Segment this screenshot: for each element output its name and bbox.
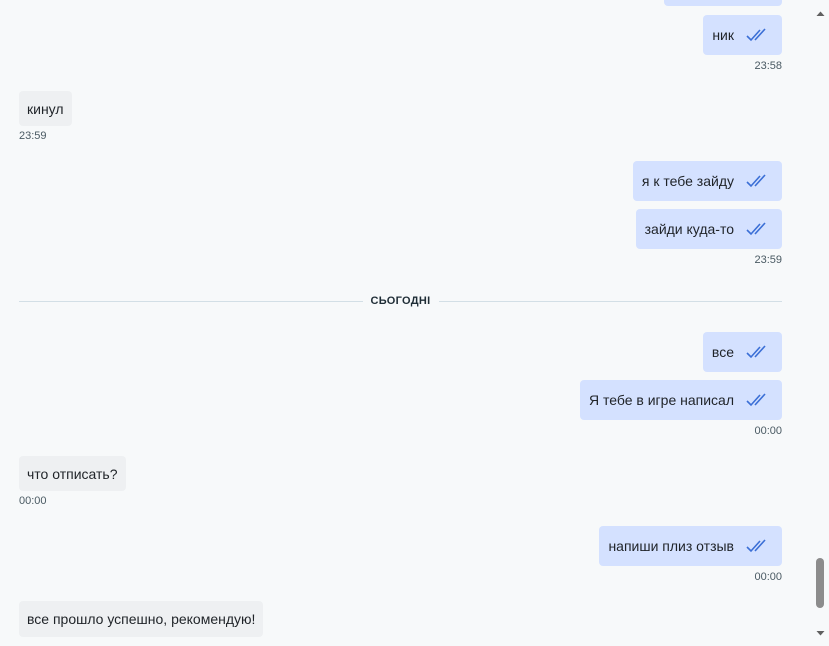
message-text: зайди куда-то (644, 221, 734, 237)
message-text: все прошло успешно, рекомендую! (27, 611, 256, 627)
divider-line (438, 300, 782, 302)
double-check-icon (746, 392, 770, 408)
message-text: напиши плиз отзыв (608, 538, 734, 554)
message-time: 00:00 (754, 571, 782, 583)
scroll-down-arrow-icon[interactable] (815, 628, 826, 639)
message-text: все (711, 344, 734, 360)
double-check-icon (746, 221, 770, 237)
message-time: 00:00 (754, 425, 782, 437)
scrollbar-thumb[interactable] (816, 558, 824, 608)
message-text: что отписать? (27, 465, 118, 482)
message-bubble-outgoing[interactable]: я к тебе зайду (632, 161, 782, 201)
date-divider: СЬОГОДНІ (19, 293, 782, 309)
chat-window: ник 23:58 кинул 23:59 я к тебе зайду зай… (0, 0, 829, 646)
message-time: 00:00 (19, 495, 47, 507)
message-time: 23:59 (19, 130, 47, 142)
vertical-scrollbar[interactable] (812, 0, 829, 646)
message-bubble-outgoing[interactable]: Я тебе в игре написал (579, 380, 782, 420)
double-check-icon (746, 27, 770, 43)
message-bubble-partial[interactable] (664, 0, 782, 6)
divider-line (19, 300, 363, 302)
date-divider-label: СЬОГОДНІ (370, 295, 431, 307)
message-bubble-outgoing[interactable]: ник (703, 15, 782, 55)
message-bubble-outgoing[interactable]: зайди куда-то (635, 209, 782, 249)
message-text: Я тебе в игре написал (588, 392, 734, 408)
scroll-up-arrow-icon[interactable] (815, 8, 826, 19)
message-time: 23:58 (754, 60, 782, 72)
message-bubble-incoming[interactable]: кинул (19, 91, 72, 126)
message-text: я к тебе зайду (641, 173, 734, 189)
message-bubble-incoming[interactable]: что отписать? (19, 456, 126, 491)
double-check-icon (746, 173, 770, 189)
message-text: ник (712, 27, 734, 43)
message-bubble-outgoing[interactable]: напиши плиз отзыв (599, 526, 782, 566)
message-text: кинул (27, 100, 64, 117)
message-bubble-outgoing[interactable]: все (702, 332, 782, 372)
double-check-icon (746, 538, 770, 554)
message-bubble-incoming[interactable]: все прошло успешно, рекомендую! (19, 601, 264, 637)
double-check-icon (746, 344, 770, 360)
message-time: 23:59 (754, 254, 782, 266)
